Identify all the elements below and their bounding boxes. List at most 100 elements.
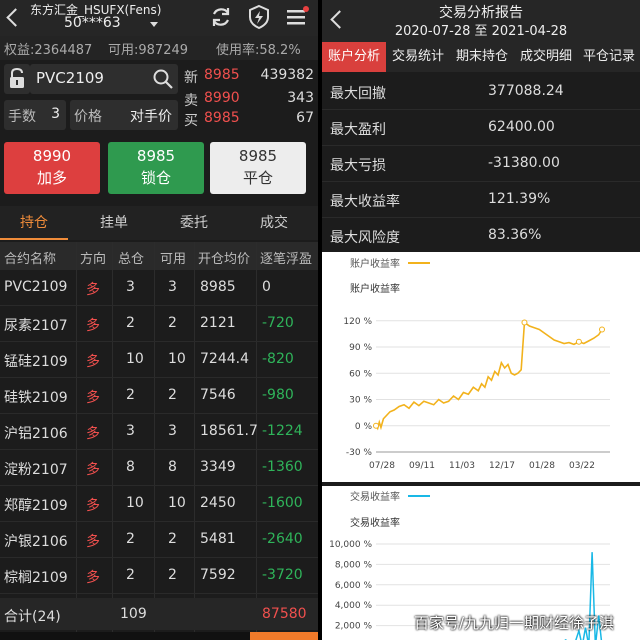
cell-direction: 多	[86, 462, 100, 478]
close-position-button[interactable]: 8985 平仓	[210, 142, 306, 194]
quantity-field[interactable]: 手数 3	[4, 100, 66, 130]
cell-avg-price: 2450	[200, 495, 236, 511]
table-row[interactable]: 淀粉2107 多 8 8 3349 -1360	[0, 450, 318, 486]
quote-last: 新 8985 439382	[184, 67, 314, 87]
tab-trade-stats[interactable]: 交易统计	[386, 42, 450, 72]
y-tick-label: 0 %	[355, 422, 373, 432]
cell-avg-price: 7592	[200, 567, 236, 583]
table-row[interactable]: 尿素2107 多 2 2 2121 -720	[0, 306, 318, 342]
cell-total: 2	[126, 387, 135, 403]
cell-available: 3	[168, 279, 177, 295]
trading-pane: 东方汇金_HSUFX(Fens) 50***63 权益:2364487 可用:9…	[0, 0, 318, 640]
y-tick-label: 90 %	[349, 343, 372, 353]
tab-end-positions[interactable]: 期末持仓	[450, 42, 514, 72]
cell-direction: 多	[86, 426, 100, 442]
tab-close-records[interactable]: 平仓记录	[578, 42, 640, 72]
y-tick-label: 4,000 %	[335, 601, 373, 611]
cell-available: 2	[168, 387, 177, 403]
cell-contract: 尿素2107	[4, 318, 68, 334]
x-tick-label: 03/22	[569, 461, 595, 471]
cell-available: 2	[168, 315, 177, 331]
cell-available: 2	[168, 531, 177, 547]
button-price: 8985	[238, 147, 278, 165]
chevron-down-icon[interactable]	[150, 22, 158, 27]
metric-label: 最大盈利	[330, 122, 386, 138]
equity-value: 权益:2364487	[4, 43, 93, 58]
table-row[interactable]: 硅铁2109 多 2 2 7546 -980	[0, 378, 318, 414]
analysis-pane: 交易分析报告 2020-07-28 至 2021-04-28 账户分析 交易统计…	[322, 0, 640, 640]
add-long-button[interactable]: 8990 加多	[4, 142, 100, 194]
summary-total: 109	[120, 606, 147, 622]
button-price: 8990	[32, 147, 72, 165]
price-field[interactable]: 价格 对手价	[70, 100, 178, 130]
symbol-value: PVC2109	[36, 69, 104, 87]
table-summary-row: 合计(24) 109 87580	[0, 598, 318, 630]
table-row[interactable]: 沪铝2106 多 3 3 18561.7 -1224	[0, 414, 318, 450]
cell-float-pl: -820	[262, 351, 294, 367]
account-return-chart: 账户收益率 账户收益率 -30 % 0 % 30 % 60 % 90 % 120 % 07/28…	[322, 252, 640, 482]
quantity-value: 3	[51, 106, 60, 122]
cell-available: 2	[168, 567, 177, 583]
quote-price: 8990	[204, 90, 240, 106]
summary-label: 合计(24)	[4, 609, 61, 625]
table-row[interactable]: 郑醇2109 多 10 10 2450 -1600	[0, 486, 318, 522]
tab-trades[interactable]: 成交	[240, 206, 308, 240]
cell-total: 3	[126, 279, 135, 295]
x-tick-label: 11/03	[449, 461, 475, 471]
lock-position-button[interactable]: 8985 锁仓	[108, 142, 204, 194]
tab-orders[interactable]: 委托	[160, 206, 228, 240]
metric-row: 最大亏损 -31380.00	[322, 146, 640, 182]
account-return-chart-svg: 账户收益率账户收益率-30 %0 %30 %60 %90 %120 %07/28…	[343, 257, 610, 471]
table-row[interactable]: 棕榈2109 多 2 2 7592 -3720	[0, 558, 318, 594]
metric-row: 最大回撤 377088.24	[322, 74, 640, 110]
metric-label: 最大亏损	[330, 158, 386, 174]
account-return-series	[375, 321, 603, 431]
left-header: 东方汇金_HSUFX(Fens) 50***63	[0, 0, 318, 36]
summary-pl: 87580	[262, 606, 307, 622]
back-icon[interactable]	[2, 4, 24, 32]
cell-direction: 多	[86, 390, 100, 406]
refresh-icon[interactable]	[208, 4, 234, 30]
series-marker	[599, 326, 605, 333]
tab-positions[interactable]: 持仓	[0, 206, 68, 240]
table-row[interactable]: 锰硅2109 多 10 10 7244.4 -820	[0, 342, 318, 378]
metric-label: 最大风险度	[330, 230, 400, 246]
cell-contract: 沪银2106	[4, 534, 68, 550]
cell-total: 2	[126, 567, 135, 583]
flash-shield-icon[interactable]	[246, 4, 272, 30]
quantity-label: 手数	[8, 109, 36, 125]
tab-account-analysis[interactable]: 账户分析	[322, 42, 386, 72]
cell-direction: 多	[86, 570, 100, 586]
y-tick-label: 8,000 %	[335, 560, 373, 570]
table-row[interactable]: 沪银2106 多 2 2 5481 -2640	[0, 522, 318, 558]
metric-value: 83.36%	[488, 227, 542, 243]
cell-contract: 郑醇2109	[4, 498, 68, 514]
account-id[interactable]: 50***63	[64, 15, 121, 31]
chart-title: 交易收益率	[350, 516, 400, 529]
cell-avg-price: 2121	[200, 315, 236, 331]
tab-pending[interactable]: 挂单	[80, 206, 148, 240]
search-icon[interactable]	[152, 68, 174, 90]
y-tick-label: 2,000 %	[335, 622, 373, 632]
tab-trade-details[interactable]: 成交明细	[514, 42, 578, 72]
cell-float-pl: -3720	[262, 567, 303, 583]
cell-float-pl: -1360	[262, 459, 303, 475]
button-label: 锁仓	[140, 169, 171, 187]
quote-label: 新	[184, 70, 198, 86]
watermark-text: 百家号/九九归一期财经徐子淇	[414, 614, 615, 632]
symbol-input[interactable]: PVC2109	[30, 64, 178, 94]
cell-total: 8	[126, 459, 135, 475]
col-header: 开仓均价	[198, 252, 251, 267]
cell-available: 8	[168, 459, 177, 475]
metric-value: 62400.00	[488, 119, 555, 135]
metric-label: 最大收益率	[330, 194, 400, 210]
table-row[interactable]: PVC2109 多 3 3 8985 0	[0, 270, 318, 306]
bottom-nav-active[interactable]	[250, 632, 318, 640]
cell-avg-price: 7546	[200, 387, 236, 403]
usage-rate: 使用率:58.2%	[216, 43, 301, 58]
series-marker	[575, 338, 582, 345]
series-marker	[521, 319, 528, 326]
lock-button[interactable]	[4, 64, 30, 94]
cell-float-pl: -1600	[262, 495, 303, 511]
menu-icon[interactable]	[284, 4, 310, 30]
